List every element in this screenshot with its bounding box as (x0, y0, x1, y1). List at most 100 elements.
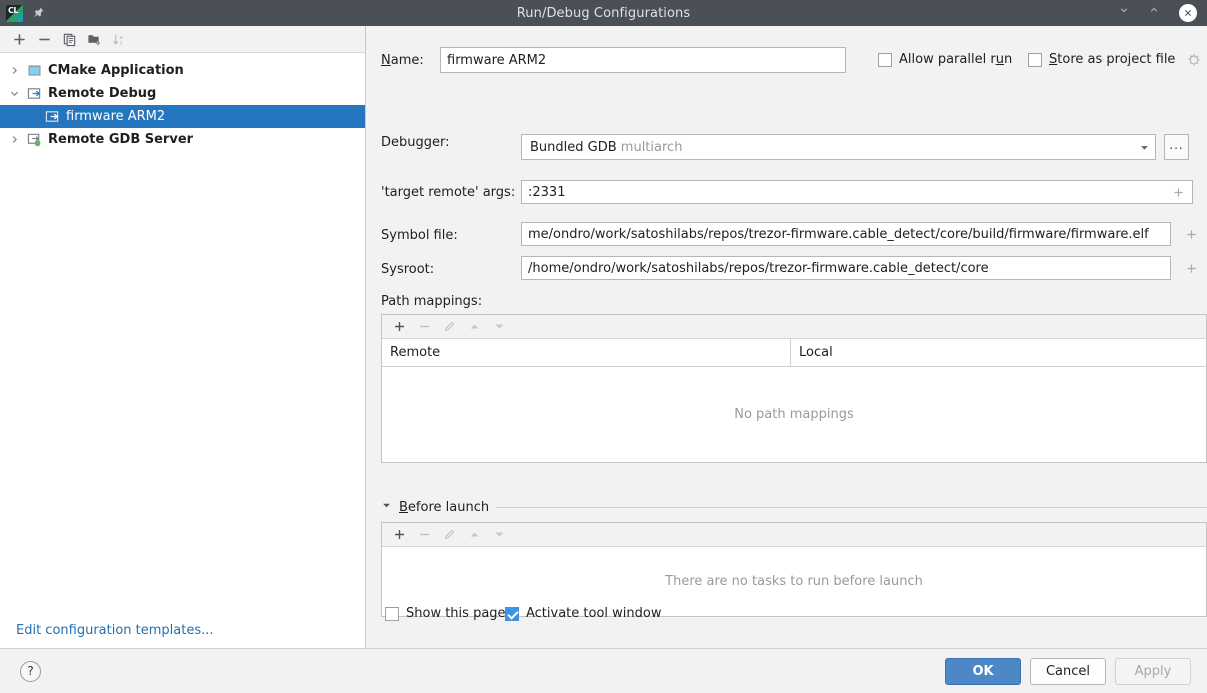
plus-expand-icon[interactable] (1171, 185, 1186, 200)
debugger-browse-button[interactable]: ... (1164, 134, 1189, 160)
tree-item-remote-debug[interactable]: Remote Debug (0, 82, 365, 105)
name-row: Name: firmware ARM2 (381, 47, 846, 73)
copy-configuration-button[interactable] (58, 29, 80, 50)
chevron-right-icon[interactable] (8, 134, 20, 146)
checkbox-box[interactable] (1028, 52, 1042, 67)
checkbox-box[interactable] (505, 606, 519, 621)
window-title: Run/Debug Configurations (516, 5, 691, 21)
before-launch-header: Before launch (381, 500, 1207, 515)
close-button[interactable] (1179, 4, 1197, 22)
titlebar-left-icons (0, 4, 120, 22)
debugger-combobox[interactable]: Bundled GDB multiarch (521, 134, 1156, 160)
configurations-panel: a z CMake Application Remote Debug firmw… (0, 26, 366, 648)
store-as-project-file-checkbox[interactable]: Store as project file (1028, 52, 1201, 67)
path-mappings-empty-message: No path mappings (734, 406, 854, 422)
apply-button: Apply (1115, 657, 1191, 685)
target-remote-args-row: 'target remote' args: (381, 185, 515, 200)
symbol-file-actions (1184, 227, 1207, 242)
pin-icon[interactable] (31, 6, 45, 20)
show-this-page-checkbox[interactable]: Show this page (385, 606, 506, 621)
debugger-label: Debugger: (381, 135, 450, 150)
folder-add-icon[interactable] (83, 29, 105, 50)
tree-item-cmake-application[interactable]: CMake Application (0, 59, 365, 82)
edit-configuration-templates-footer: Edit configuration templates... (0, 612, 365, 648)
checkbox-box[interactable] (385, 606, 399, 621)
target-remote-args-label: 'target remote' args: (381, 185, 516, 200)
plus-expand-icon[interactable] (1184, 227, 1199, 242)
allow-parallel-run-checkbox[interactable]: Allow parallel run (878, 52, 1012, 67)
pencil-icon (438, 525, 460, 545)
symbol-file-label: Symbol file: (381, 228, 458, 243)
tree-item-label: Remote GDB Server (48, 132, 194, 147)
remove-before-launch-task-button (413, 525, 435, 545)
path-mappings-panel: Remote Local No path mappings (381, 314, 1207, 463)
arrow-down-icon (488, 317, 510, 337)
add-before-launch-task-button[interactable] (388, 525, 410, 545)
add-path-mapping-button[interactable] (388, 317, 410, 337)
debugger-value: Bundled GDB multiarch (530, 139, 683, 155)
path-mappings-label: Path mappings: (381, 294, 483, 309)
remove-configuration-button[interactable] (33, 29, 55, 50)
show-this-page-label: Show this page (406, 606, 506, 621)
sysroot-input[interactable]: /home/ondro/work/satoshilabs/repos/trezo… (521, 256, 1171, 280)
svg-text:z: z (119, 40, 122, 46)
tree-item-label: firmware ARM2 (66, 109, 166, 124)
add-configuration-button[interactable] (8, 29, 30, 50)
chevron-right-icon[interactable] (8, 65, 20, 77)
section-divider (496, 507, 1207, 508)
checkbox-box[interactable] (878, 52, 892, 67)
name-input[interactable]: firmware ARM2 (440, 47, 846, 73)
name-input-value: firmware ARM2 (447, 52, 547, 68)
dialog-content: a z CMake Application Remote Debug firmw… (0, 26, 1207, 648)
target-remote-args-input[interactable]: :2331 (521, 180, 1193, 204)
sysroot-actions (1184, 261, 1207, 276)
sysroot-row: Sysroot: (381, 262, 434, 277)
edit-configuration-templates-link[interactable]: Edit configuration templates... (16, 623, 214, 638)
symbol-file-value: me/ondro/work/satoshilabs/repos/trezor-f… (528, 226, 1149, 242)
cancel-button[interactable]: Cancel (1030, 657, 1106, 685)
maximize-button[interactable] (1149, 5, 1165, 21)
arrow-down-icon (488, 525, 510, 545)
tree-item-firmware-arm2[interactable]: firmware ARM2 (0, 105, 365, 128)
tree-item-label: Remote Debug (48, 86, 157, 101)
remote-debug-icon (26, 86, 42, 102)
window-controls (1087, 4, 1207, 22)
remote-debug-icon (44, 109, 60, 125)
tree-item-label: CMake Application (48, 63, 184, 78)
configurations-toolbar: a z (0, 26, 365, 53)
name-label: Name: (381, 52, 424, 68)
chevron-down-icon[interactable] (1137, 140, 1151, 154)
help-button[interactable]: ? (20, 660, 41, 682)
debugger-browse-label: ... (1169, 137, 1184, 152)
dialog-action-buttons: OK Cancel Apply (945, 657, 1207, 685)
activate-tool-window-checkbox[interactable]: Activate tool window (505, 606, 661, 621)
configuration-form: Name: firmware ARM2 Allow parallel run S… (366, 26, 1207, 648)
chevron-down-icon[interactable] (8, 88, 20, 100)
before-launch-label: Before launch (399, 500, 490, 515)
pencil-icon (438, 317, 460, 337)
window-titlebar: Run/Debug Configurations (0, 0, 1207, 26)
sort-az-icon[interactable]: a z (108, 29, 130, 50)
before-launch-toolbar (382, 523, 1206, 547)
store-as-project-file-label: Store as project file (1049, 52, 1176, 67)
configurations-tree[interactable]: CMake Application Remote Debug firmware … (0, 53, 365, 612)
arrow-up-icon (463, 317, 485, 337)
activate-tool-window-label: Activate tool window (526, 606, 662, 621)
arrow-up-icon (463, 525, 485, 545)
symbol-file-input[interactable]: me/ondro/work/satoshilabs/repos/trezor-f… (521, 222, 1171, 246)
tree-item-remote-gdb-server[interactable]: Remote GDB Server (0, 128, 365, 151)
minimize-button[interactable] (1119, 5, 1135, 21)
path-mappings-header: Remote Local (382, 339, 1206, 367)
column-header-local[interactable]: Local (791, 339, 1206, 366)
plus-expand-icon[interactable] (1184, 261, 1199, 276)
before-launch-panel: There are no tasks to run before launch (381, 522, 1207, 617)
allow-parallel-run-label: Allow parallel run (899, 52, 1013, 67)
before-launch-collapse-toggle[interactable] (381, 500, 392, 515)
cmake-application-icon (26, 63, 42, 79)
clion-icon (6, 4, 23, 22)
gear-icon[interactable] (1186, 52, 1201, 67)
ok-button[interactable]: OK (945, 657, 1021, 685)
column-header-remote[interactable]: Remote (382, 339, 791, 366)
remote-gdb-server-icon (26, 132, 42, 148)
target-remote-args-value: :2331 (528, 184, 566, 200)
